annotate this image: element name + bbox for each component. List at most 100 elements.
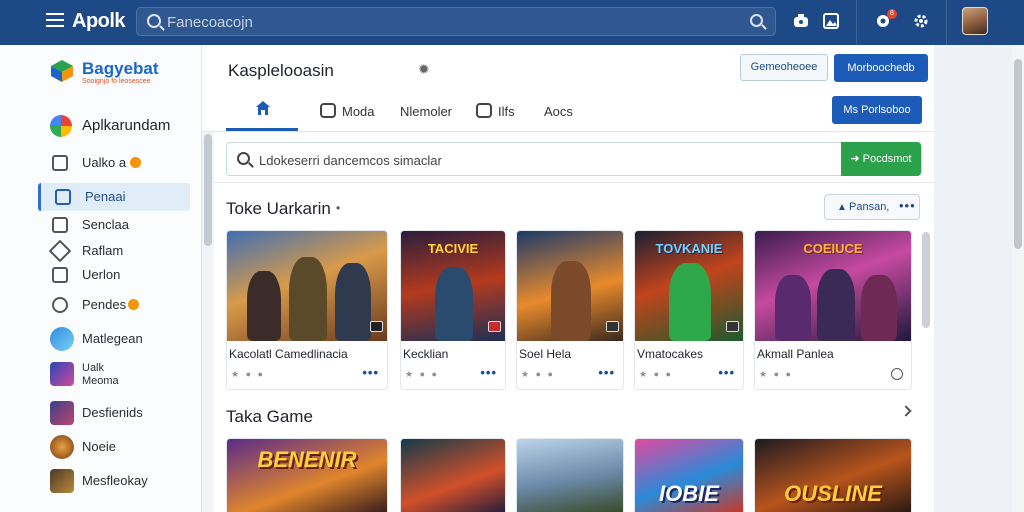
brand-logo-icon (50, 59, 74, 83)
sidebar-game-label: Mesfleokay (82, 473, 148, 488)
page-title: Kasplelooasin (228, 61, 334, 80)
rating-icon: ★ ● ● (231, 369, 265, 379)
content-search[interactable]: ➜ Pocdsmot (226, 142, 922, 176)
more-options-icon[interactable]: ••• (480, 365, 497, 380)
tab-nlemoler[interactable]: Nlemoler (400, 91, 460, 131)
card-row-scrollbar[interactable] (920, 230, 932, 390)
search-button-label: Pocdsmot (862, 153, 912, 165)
app-brand[interactable]: Apolk (72, 10, 126, 33)
more-options-icon[interactable]: ••• (598, 365, 615, 380)
chevron-right-icon[interactable] (900, 405, 912, 417)
rating-icon: ★ ● ● (759, 369, 793, 379)
profile-icon (52, 297, 68, 313)
sidebar-item-label: Raflam (82, 243, 124, 258)
hamburger-menu-icon[interactable] (46, 13, 64, 27)
search-submit-button[interactable]: ➜ Pocdsmot (841, 142, 921, 176)
tab-home[interactable] (226, 91, 298, 131)
sidebar-item-5[interactable]: Uerlon (38, 261, 190, 289)
notification-badge: 8 (887, 9, 897, 19)
sidebar-item-label: Penaai (85, 189, 126, 204)
secondary-action-button[interactable]: Gemeoheoee (740, 54, 828, 81)
sidebar-item-6[interactable]: Pendes (38, 291, 190, 319)
info-icon[interactable] (891, 368, 903, 380)
scrollbar-thumb[interactable] (204, 134, 212, 246)
topbar-divider (946, 0, 947, 45)
hero-figure (289, 257, 327, 341)
primary-action-button[interactable]: Morboochedb (834, 54, 928, 82)
game-card-5[interactable]: COEIUCE Akmall Panlea ★ ● ● (754, 230, 912, 390)
content-scrollbar[interactable] (202, 132, 214, 512)
game-thumb (50, 362, 74, 386)
user-avatar[interactable] (962, 7, 988, 35)
game-card-title: Akmall Panlea (757, 347, 834, 361)
image-icon[interactable] (822, 12, 840, 30)
sidebar-game-label: Matlegean (82, 331, 143, 346)
right-gutter (934, 45, 1012, 512)
folder-icon (52, 217, 68, 233)
game-thumb (50, 327, 74, 351)
list-icon (55, 189, 71, 205)
game-card-6[interactable]: BENENIR (226, 438, 388, 512)
section-title-1: Toke Uarkarin (226, 199, 331, 218)
platform-icon (488, 321, 501, 332)
game-card-art (227, 231, 387, 341)
rating-icon: ★ ● ● (639, 369, 673, 379)
search-button-arrow-icon: ➜ (850, 153, 863, 165)
tab-moda[interactable]: Moda (318, 91, 388, 131)
tab-aocs[interactable]: Aocs (544, 91, 584, 131)
game-card-art: COEIUCE (755, 231, 911, 341)
game-card-8[interactable] (516, 438, 624, 512)
section-pin-icon: • (336, 201, 341, 215)
hero-figure (775, 275, 811, 341)
brand-subtitle: Sooignjo fo leosescee (82, 78, 151, 85)
scrollbar-thumb[interactable] (1014, 59, 1022, 249)
platform-icon (726, 321, 739, 332)
section-action-button[interactable]: ▲ Pansan, ••• (824, 194, 920, 220)
game-thumb (50, 435, 74, 459)
sidebar-item-1[interactable]: Ualko a (38, 149, 190, 177)
section-action-label: Pansan, (849, 201, 890, 213)
hero-figure (247, 271, 281, 341)
section-title-2: Taka Game (226, 407, 313, 426)
home-icon (256, 101, 270, 115)
more-options-icon[interactable]: ••• (718, 365, 735, 380)
more-options-icon[interactable]: ••• (899, 198, 916, 213)
controller-icon[interactable] (792, 12, 810, 30)
hero-figure (551, 261, 591, 341)
game-card-10[interactable]: OUSLINE (754, 438, 912, 512)
game-card-4[interactable]: TOVKANIE Vmatocakes ★ ● ● ••• (634, 230, 744, 390)
game-thumb (50, 469, 74, 493)
game-card-7[interactable] (400, 438, 506, 512)
more-options-icon[interactable]: ••• (362, 365, 379, 380)
new-item-button[interactable]: Ms Porlsoboo (832, 96, 922, 124)
game-card-2[interactable]: TACIVIE Kecklian ★ ● ● ••• (400, 230, 506, 390)
clock-icon (320, 103, 336, 118)
game-card-9[interactable]: IOBIE (634, 438, 744, 512)
game-card-3[interactable]: Soel Hela ★ ● ● ••• (516, 230, 624, 390)
hero-figure (861, 275, 897, 341)
tab-label: Aocs (544, 104, 573, 119)
sidebar-item-2[interactable]: Penaai (38, 183, 190, 211)
tab-ilfs[interactable]: Ilfs (474, 91, 526, 131)
global-search[interactable] (136, 7, 776, 36)
section-divider (202, 182, 934, 183)
hero-figure (669, 263, 711, 341)
settings-gear-icon[interactable]: ✹ (418, 61, 430, 78)
scrollbar-thumb[interactable] (922, 232, 930, 328)
game-card-1[interactable]: Kacolatl Camedlinacia ★ ● ● ••• (226, 230, 388, 390)
topbar-divider (856, 0, 857, 45)
tab-label: Moda (342, 104, 375, 119)
game-card-logo-text: COEIUCE (803, 241, 863, 256)
game-card-logo-text: TOVKANIE (655, 241, 723, 256)
global-search-input[interactable] (167, 12, 727, 32)
page-scrollbar[interactable] (1012, 45, 1024, 512)
sidebar-item-3[interactable]: Senclaa (38, 211, 190, 239)
app-logo-icon (50, 115, 72, 137)
content-search-input[interactable] (259, 151, 819, 169)
gear-icon[interactable] (912, 12, 930, 30)
sidebar-game-label: Desfienids (82, 405, 143, 420)
game-card-title: Kacolatl Camedlinacia (229, 347, 348, 361)
main-content: Kasplelooasin ✹ Gemeoheoee Morboochedb M… (202, 45, 934, 512)
search-submit-icon[interactable] (750, 14, 763, 27)
search-icon (147, 14, 161, 28)
